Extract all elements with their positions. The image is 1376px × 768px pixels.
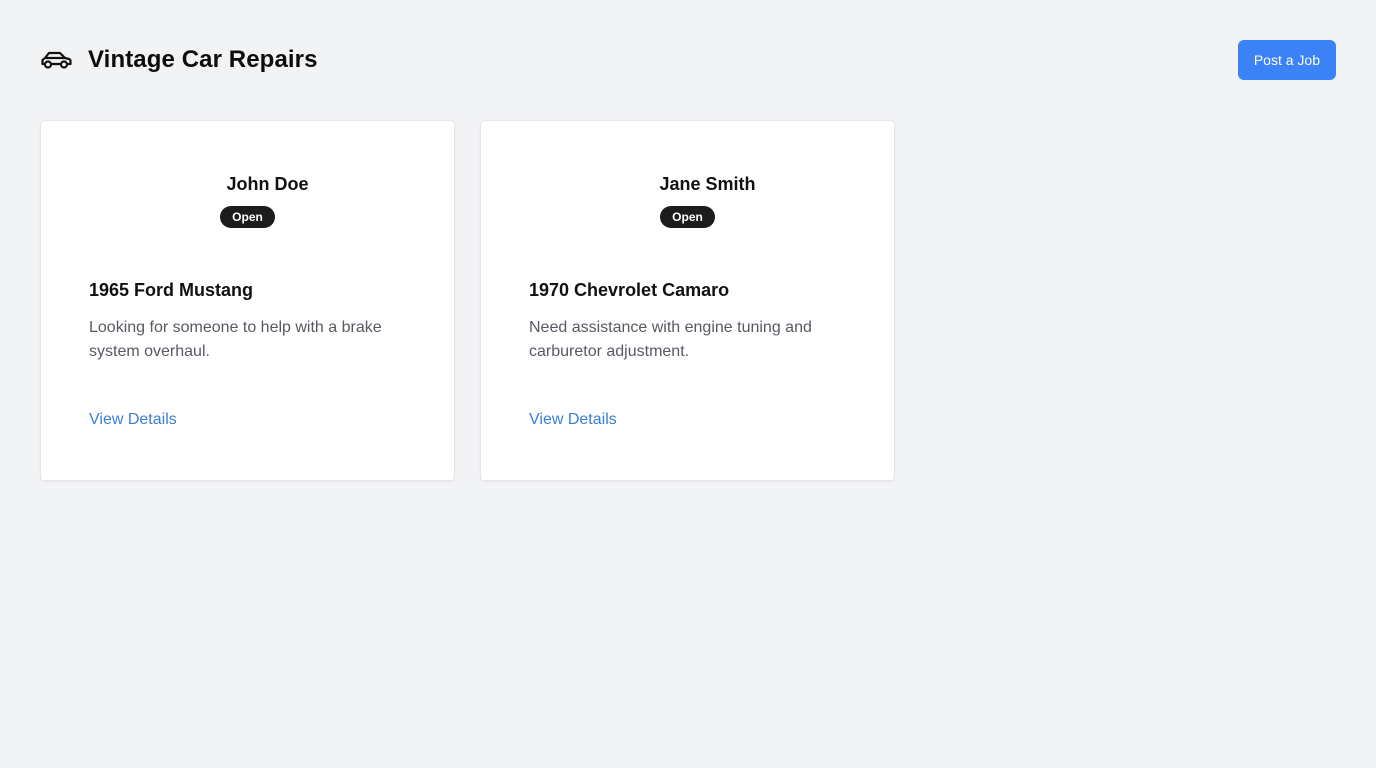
job-card-header: Jane Smith Open [529, 121, 846, 228]
job-owner-name: John Doe [226, 174, 309, 194]
car-icon [40, 48, 72, 72]
job-card: Jane Smith Open 1970 Chevrolet Camaro Ne… [480, 120, 895, 481]
status-badge: Open [660, 206, 715, 228]
page-title: Vintage Car Repairs [88, 46, 318, 73]
job-card-header: John Doe Open [89, 121, 406, 228]
job-list: John Doe Open 1965 Ford Mustang Looking … [40, 120, 1336, 481]
view-details-link[interactable]: View Details [89, 411, 177, 429]
job-title: 1965 Ford Mustang [89, 280, 254, 300]
job-title: 1970 Chevrolet Camaro [529, 280, 730, 300]
job-owner-name: Jane Smith [659, 174, 756, 194]
post-job-button[interactable]: Post a Job [1237, 40, 1336, 80]
job-card: John Doe Open 1965 Ford Mustang Looking … [40, 120, 455, 481]
job-description: Need assistance with engine tuning and c… [529, 319, 812, 360]
job-description: Looking for someone to help with a brake… [89, 319, 382, 360]
app-header: Vintage Car Repairs Post a Job [40, 40, 1336, 80]
brand: Vintage Car Repairs [40, 46, 318, 74]
status-badge: Open [220, 206, 275, 228]
view-details-link[interactable]: View Details [529, 411, 617, 429]
page: Vintage Car Repairs Post a Job John Doe … [0, 0, 1376, 768]
